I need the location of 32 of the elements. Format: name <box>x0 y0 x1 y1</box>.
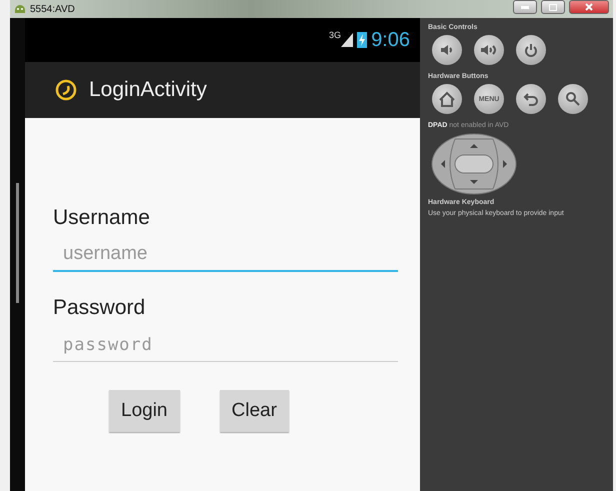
speaker-icon <box>480 44 498 56</box>
window-title: 5554:AVD <box>30 4 75 14</box>
search-icon <box>565 91 581 107</box>
hardware-button[interactable] <box>432 35 462 65</box>
field-label: Password <box>53 296 146 320</box>
network-type: 3G <box>329 30 342 40</box>
close-icon <box>585 3 593 11</box>
app-title: LoginActivity <box>89 78 207 102</box>
form-button[interactable]: Clear <box>220 390 289 432</box>
hardware-button[interactable] <box>474 35 504 65</box>
hardware-button[interactable] <box>516 84 546 114</box>
field-label: Username <box>53 206 151 230</box>
hardware-button[interactable] <box>516 35 546 65</box>
clock: 9:06 <box>371 28 410 52</box>
signal-icon <box>341 33 354 47</box>
username-field[interactable]: username <box>53 238 398 272</box>
speaker-icon <box>440 44 454 56</box>
android-icon <box>14 3 26 15</box>
scrollbar[interactable] <box>16 183 19 303</box>
maximize-button[interactable] <box>541 0 565 14</box>
power-icon <box>524 43 538 57</box>
back-icon <box>523 92 539 106</box>
maximize-icon <box>549 4 557 10</box>
minimize-button[interactable] <box>513 0 537 14</box>
form-button[interactable]: Login <box>109 390 180 432</box>
close-button[interactable] <box>569 0 609 14</box>
hardware-button[interactable] <box>432 84 462 114</box>
app-icon <box>55 79 77 101</box>
password-field[interactable]: password <box>53 328 398 362</box>
hardware-button[interactable] <box>558 84 588 114</box>
home-icon <box>438 91 456 107</box>
battery-icon <box>357 32 368 48</box>
